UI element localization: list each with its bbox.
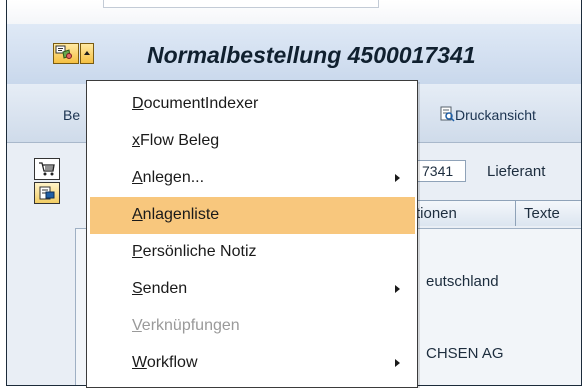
print-preview-button[interactable]: Druckansicht [455,107,536,123]
menu-item-xflow-beleg[interactable]: xFlow Beleg [90,123,415,160]
menu-item-label: Persönliche Notiz [132,243,257,260]
tab-texte[interactable]: Texte [515,200,581,226]
menu-item-senden[interactable]: Senden [90,271,415,308]
menu-item-anlegen[interactable]: Anlegen... [90,160,415,197]
vendor-label: Lieferant [487,163,546,180]
services-dropdown-menu: DocumentIndexer xFlow Beleg Anlegen... A… [86,80,418,388]
menu-item-label: xFlow Beleg [132,132,220,149]
submenu-arrow-icon [395,285,400,293]
menu-item-label: Anlegen... [132,169,205,186]
shopping-cart-icon [39,162,55,176]
document-overview-button[interactable] [34,182,60,204]
document-number-field[interactable]: 7341 [417,160,466,182]
shopping-cart-button[interactable] [34,158,60,180]
services-menu-dropdown-button[interactable] [80,43,94,64]
company-value: CHSEN AG [426,345,504,362]
chevron-up-icon [84,51,90,55]
menu-item-documentindexer[interactable]: DocumentIndexer [90,86,415,123]
menu-item-label: Verknüpfungen [132,317,240,334]
menu-item-label: Anlagenliste [132,206,220,223]
command-field[interactable] [103,0,379,8]
document-overview-icon [39,186,55,200]
menu-item-label: Workflow [132,354,198,371]
menu-item-label: DocumentIndexer [132,95,259,112]
submenu-arrow-icon [395,359,400,367]
country-value: eutschland [426,273,499,290]
menu-item-persoenliche-notiz[interactable]: Persönliche Notiz [90,234,415,271]
toolbar-button-fragment[interactable]: Be [63,107,80,123]
submenu-arrow-icon [395,174,400,182]
services-for-object-button[interactable] [53,43,79,64]
menu-item-workflow[interactable]: Workflow [90,345,415,382]
menu-item-verknuepfungen: Verknüpfungen [90,308,415,345]
page-title: Normalbestellung 4500017341 [147,42,476,68]
menu-item-anlagenliste[interactable]: Anlagenliste [90,197,415,234]
services-for-object-icon [55,45,72,59]
menu-item-label: Senden [132,280,188,297]
tab-positionen[interactable]: tionen [407,200,517,226]
top-command-band [7,0,581,25]
print-preview-icon [439,106,455,127]
